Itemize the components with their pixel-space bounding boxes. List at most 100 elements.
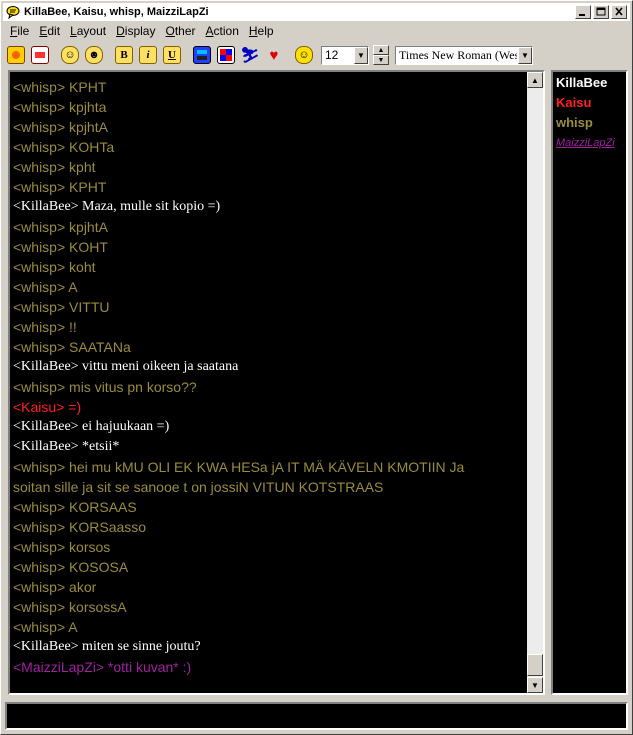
chat-message: <whisp> mis vitus pn korso?? [13,379,197,395]
menu-display-accelerator: D [116,24,125,38]
italic-icon: i [139,46,157,64]
chat-message: <whisp> KORSAAS [13,499,137,515]
chat-message: <whisp> korsossA [13,599,127,615]
chat-message: <whisp> kpjhta [13,99,107,115]
menu-edit[interactable]: Edit [34,23,65,41]
user-list-item[interactable]: whisp [556,113,623,133]
menu-file-label: ile [17,24,30,38]
bold-icon: B [115,46,133,64]
menu-action[interactable]: Action [201,23,244,41]
font-name-value: Times New Roman (Wes [399,47,517,62]
font-size-stepper[interactable]: ▲ ▼ [373,45,389,65]
text-larger-button[interactable]: ☻ [83,45,105,65]
chat-history[interactable]: <whisp> KPHT <whisp> kpjhta <whisp> kpjhtA… [8,70,545,695]
color-grid-icon [217,46,235,64]
chat-message: <whisp> KOHT [13,239,108,255]
text-color-button[interactable] [215,45,237,65]
menu-display-label: isplay [124,24,156,38]
chat-message: soitan sille ja sit se sanooe t on jossi… [13,479,384,495]
chat-message: <whisp> koht [13,259,96,275]
menu-file[interactable]: File [5,23,34,41]
menu-layout-label: ayout [76,24,107,38]
font-size-select[interactable]: 12 ▼ [321,45,369,65]
heart-icon: ♥ [269,46,279,64]
chat-scrollbar[interactable]: ▲ ▼ [527,72,543,693]
minimize-icon [579,14,585,16]
chat-message: <whisp> KOHTa [13,139,115,155]
chat-message: <whisp> hei mu kMU OLI EK KWA HESa jA IT… [13,459,465,475]
face-small-icon: ☺ [61,46,79,64]
text-smaller-button[interactable]: ☺ [59,45,81,65]
menu-other[interactable]: Other [160,23,200,41]
chat-message: <KillaBee> ei hajuukaan =) [13,419,170,434]
maximize-icon [596,7,606,16]
warn-icon [7,46,25,64]
message-input[interactable] [5,702,628,730]
font-size-value: 12 [325,48,339,62]
warn-button[interactable] [5,45,27,65]
smiley-button[interactable]: ☺ [293,45,315,65]
chat-message: <whisp> KORSaasso [13,519,147,535]
menu-help-accelerator: H [248,24,258,38]
formatting-toolbar: ☺ ☻ B i U ⛷ ♥ ☺ 12 ▼ ▲ ▼ Times New Roman… [5,43,630,67]
message-list: <whisp> KPHT <whisp> kpjhta <whisp> kpjhtA… [13,77,525,677]
chat-message: <whisp> akor [13,579,97,595]
menu-other-label: ther [174,24,196,38]
runner-icon: ⛷ [240,47,260,64]
action-button[interactable]: ⛷ [239,45,261,65]
menu-layout[interactable]: Layout [65,23,111,41]
chat-message: <whisp> korsos [13,539,111,555]
chat-message: <whisp> VITTU [13,299,110,315]
title-bar[interactable]: KillaBee, Kaisu, whisp, MaizziLapZi [3,3,630,21]
chat-message: <whisp> SAATANa [13,339,131,355]
italic-button[interactable]: i [137,45,159,65]
chat-message: <whisp> kpjhtA [13,219,108,235]
chat-message: <Kaisu> =) [13,399,82,415]
block-icon [31,46,49,64]
scroll-thumb[interactable] [527,654,543,676]
menu-help[interactable]: Help [244,23,279,41]
chat-message: <whisp> KPHT [13,79,107,95]
menu-help-label: elp [257,24,274,38]
chat-message: <KillaBee> *etsii* [13,439,120,454]
chevron-down-icon[interactable]: ▼ [354,46,368,64]
chat-message: <KillaBee> miten se sinne joutu? [13,639,201,654]
menu-display[interactable]: Display [111,23,160,41]
close-button[interactable] [611,5,627,19]
maximize-button[interactable] [593,5,609,19]
chat-message: <whisp> !! [13,319,77,335]
bold-button[interactable]: B [113,45,135,65]
user-list-item[interactable]: KillaBee [556,73,623,93]
scroll-down-icon[interactable]: ▼ [527,677,543,693]
menu-action-label: ction [213,24,239,38]
chat-message: <whisp> KOSOSA [13,559,129,575]
chat-message: <KillaBee> Maza, mulle sit kopio =) [13,199,221,214]
chat-message: <whisp> A [13,619,78,635]
background-color-button[interactable] [191,45,213,65]
chat-window: KillaBee, Kaisu, whisp, MaizziLapZi File… [0,0,633,735]
underline-button[interactable]: U [161,45,183,65]
font-name-select[interactable]: Times New Roman (Wes ▼ [395,45,533,65]
menu-bar: File Edit Layout Display Other Action He… [5,23,279,41]
user-list-item[interactable]: MaizziLapZi [556,133,623,153]
heart-button[interactable]: ♥ [263,45,285,65]
close-icon [615,7,623,16]
menu-edit-label: dit [47,24,61,38]
chat-message: <KillaBee> vittu meni oikeen ja saatana [13,359,239,374]
chevron-down-icon[interactable]: ▼ [518,46,532,64]
minimize-button[interactable] [575,5,591,19]
chat-message: <whisp> kpjhtA [13,119,108,135]
scroll-up-icon[interactable]: ▲ [527,72,543,88]
user-list: KillaBee Kaisu whisp MaizziLapZi [551,70,628,695]
user-list-item[interactable]: Kaisu [556,93,623,113]
chat-message: <whisp> A [13,279,78,295]
menu-action-accelerator: A [205,24,214,38]
stepper-down-icon[interactable]: ▼ [373,55,389,65]
face-large-icon: ☻ [85,46,103,64]
chat-message: <whisp> KPHT [13,179,107,195]
stepper-up-icon[interactable]: ▲ [373,45,389,55]
chat-message: <MaizziLapZi> *otti kuvan* :) [13,659,192,675]
block-button[interactable] [29,45,51,65]
chat-message: <whisp> kpht [13,159,96,175]
smiley-icon: ☺ [295,46,313,64]
